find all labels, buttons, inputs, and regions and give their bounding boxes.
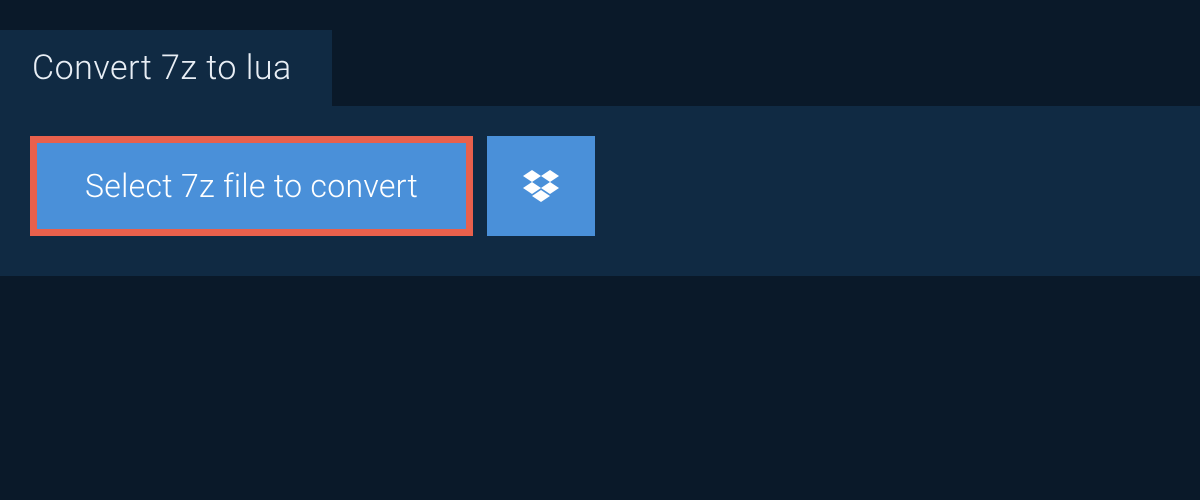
converter-panel: Select 7z file to convert <box>0 106 1200 276</box>
dropbox-icon <box>523 170 559 202</box>
tab-label: Convert 7z to lua <box>32 48 292 88</box>
dropbox-button[interactable] <box>487 136 595 236</box>
tab-strip: Convert 7z to lua <box>0 0 1200 106</box>
select-file-button[interactable]: Select 7z file to convert <box>30 136 473 236</box>
select-file-label: Select 7z file to convert <box>85 167 418 205</box>
tab-convert[interactable]: Convert 7z to lua <box>0 30 332 106</box>
action-row: Select 7z file to convert <box>30 136 1170 236</box>
